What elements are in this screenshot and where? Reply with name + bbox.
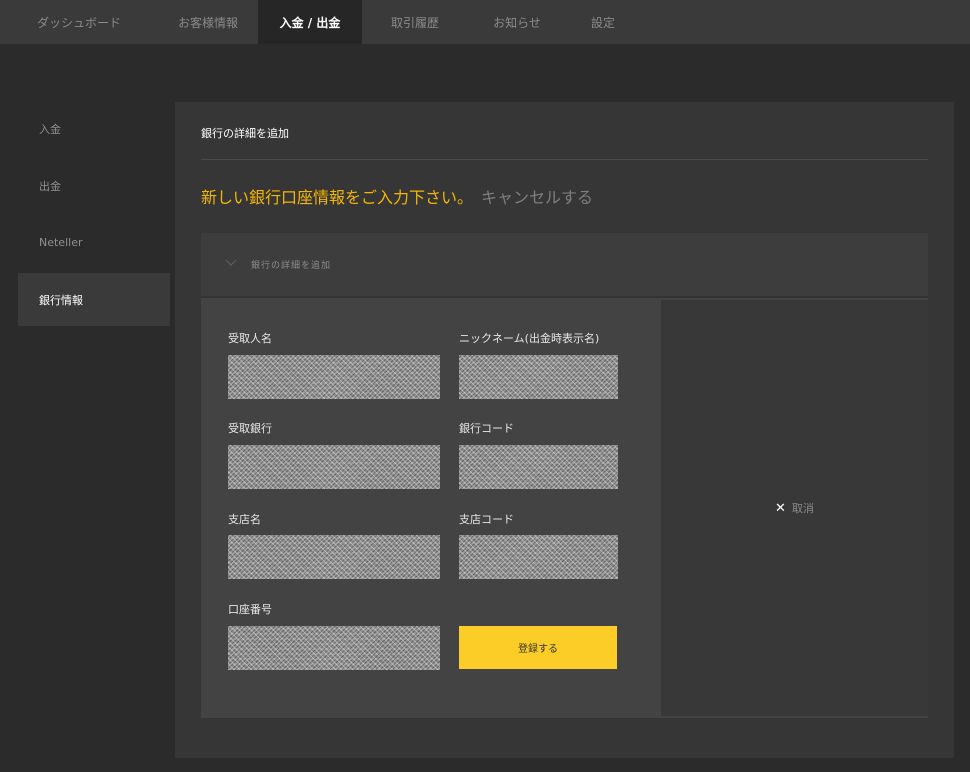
- bank-code-input[interactable]: [459, 445, 618, 489]
- recipient-name-label: 受取人名: [228, 332, 272, 345]
- branch-name-input[interactable]: [228, 535, 440, 579]
- cancel-label: 取消: [791, 502, 814, 515]
- register-button[interactable]: 登録する: [459, 626, 617, 669]
- branch-code-label: 支店コード: [459, 513, 514, 526]
- account-number-label: 口座番号: [228, 603, 272, 616]
- nickname-label: ニックネーム(出金時表示名): [459, 332, 600, 345]
- chevron-down-icon: [225, 259, 237, 270]
- tab-trade-history[interactable]: 取引履歴: [362, 0, 468, 44]
- recipient-name-input[interactable]: [228, 355, 440, 399]
- main-panel: 銀行の詳細を追加 新しい銀行口座情報をご入力下さい。 キャンセルする 銀行の詳細を…: [175, 102, 954, 758]
- sidebar-item-withdraw[interactable]: 出金: [18, 159, 170, 212]
- cancel-link[interactable]: キャンセルする: [481, 188, 593, 207]
- branch-code-input[interactable]: [459, 535, 618, 579]
- account-number-input[interactable]: [228, 626, 440, 670]
- sidebar-item-neteller[interactable]: Neteller: [18, 216, 170, 269]
- close-icon: ✕: [775, 500, 786, 516]
- recipient-bank-input[interactable]: [228, 445, 440, 489]
- sidebar-item-bank-info[interactable]: 銀行情報: [18, 273, 170, 326]
- accordion-header[interactable]: 銀行の詳細を追加: [201, 233, 928, 298]
- tab-settings[interactable]: 設定: [566, 0, 640, 44]
- sidebar-item-deposit[interactable]: 入金: [18, 102, 170, 155]
- headline: 新しい銀行口座情報をご入力下さい。 キャンセルする: [201, 184, 593, 208]
- recipient-bank-label: 受取銀行: [228, 422, 272, 435]
- bank-code-label: 銀行コード: [459, 422, 514, 435]
- top-nav: ダッシュボード お客様情報 入金 / 出金 取引履歴 お知らせ 設定: [0, 0, 970, 44]
- prompt-text: 新しい銀行口座情報をご入力下さい。: [201, 188, 474, 207]
- tab-customer-info[interactable]: お客様情報: [158, 0, 258, 44]
- sidebar: 入金 出金 Neteller 銀行情報: [18, 102, 170, 330]
- tab-dashboard[interactable]: ダッシュボード: [0, 0, 158, 44]
- tab-deposit-withdraw[interactable]: 入金 / 出金: [258, 0, 362, 44]
- cancel-area: ✕ 取消: [661, 300, 928, 716]
- tab-notices[interactable]: お知らせ: [468, 0, 566, 44]
- divider: [201, 159, 928, 160]
- panel-title: 銀行の詳細を追加: [201, 127, 289, 140]
- bank-form: 受取人名 ニックネーム(出金時表示名) 受取銀行 銀行コード 支店名 支店コード…: [201, 300, 661, 718]
- accordion-title: 銀行の詳細を追加: [251, 261, 332, 271]
- cancel-button[interactable]: ✕ 取消: [775, 500, 814, 516]
- bank-details-accordion: 銀行の詳細を追加 受取人名 ニックネーム(出金時表示名) 受取銀行 銀行コード …: [201, 233, 928, 718]
- nickname-input[interactable]: [459, 355, 618, 399]
- branch-name-label: 支店名: [228, 513, 261, 526]
